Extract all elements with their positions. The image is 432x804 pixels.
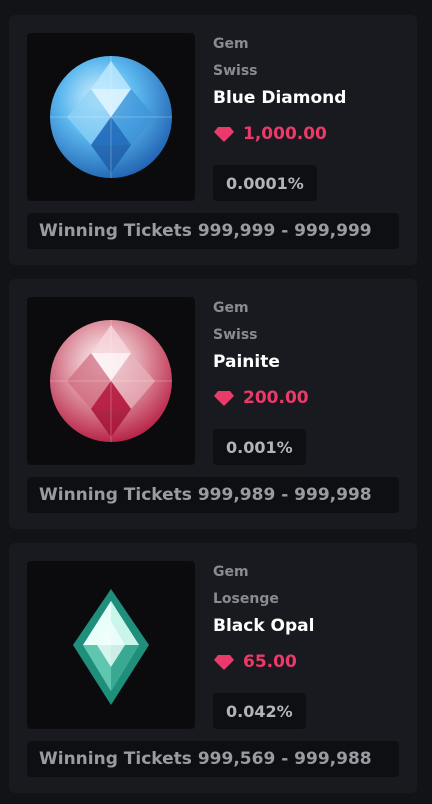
prize-name: Painite: [213, 352, 280, 372]
prize-chance: 0.001%: [213, 429, 306, 465]
prize-name: Black Opal: [213, 616, 315, 636]
prize-cut: Losenge: [213, 591, 279, 607]
gem-currency-icon: [214, 654, 234, 670]
prize-price: 65.00: [213, 650, 297, 674]
winning-tickets: Winning Tickets 999,989 - 999,998: [27, 477, 399, 513]
prize-type: Gem: [213, 36, 249, 52]
prize-type: Gem: [213, 300, 249, 316]
winning-tickets: Winning Tickets 999,999 - 999,999: [27, 213, 399, 249]
prize-price: 200.00: [213, 386, 309, 410]
gem-currency-icon: [214, 390, 234, 406]
prize-chance: 0.042%: [213, 693, 306, 729]
gem-currency-icon: [214, 126, 234, 142]
prize-cut: Swiss: [213, 327, 258, 343]
prize-image: [27, 33, 195, 201]
prize-cut: Swiss: [213, 63, 258, 79]
painite-gem-icon: [50, 320, 172, 442]
prize-price-value: 65.00: [243, 652, 297, 672]
blue-diamond-gem-icon: [50, 56, 172, 178]
winning-tickets: Winning Tickets 999,569 - 999,988: [27, 741, 399, 777]
prize-card[interactable]: Gem Swiss Blue Diamond 1,000.00 0.0001% …: [9, 15, 417, 265]
prize-image: [27, 297, 195, 465]
prize-image: [27, 561, 195, 729]
black-opal-gem-icon: [73, 589, 149, 705]
prize-card[interactable]: Gem Losenge Black Opal 65.00 0.042% Winn…: [9, 543, 417, 793]
prize-price-value: 200.00: [243, 388, 309, 408]
prize-chance: 0.0001%: [213, 165, 317, 201]
prize-type: Gem: [213, 564, 249, 580]
prize-price: 1,000.00: [213, 122, 327, 146]
prize-name: Blue Diamond: [213, 88, 347, 108]
prize-card[interactable]: Gem Swiss Painite 200.00 0.001% Winning …: [9, 279, 417, 529]
prize-price-value: 1,000.00: [243, 124, 327, 144]
